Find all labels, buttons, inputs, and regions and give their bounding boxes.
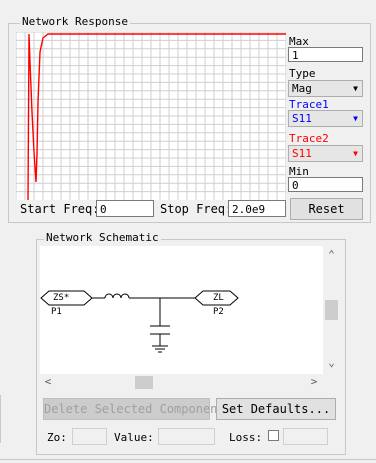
horizontal-scrollbar[interactable]: < > [40, 374, 323, 391]
network-response-title: Network Response [20, 15, 130, 28]
scroll-left-icon[interactable]: < [42, 375, 54, 388]
load-port-label: ZL [213, 293, 224, 303]
schematic-drawing [40, 290, 239, 353]
source-port-label: ZS* [53, 293, 70, 303]
vertical-scroll-thumb[interactable] [325, 300, 338, 320]
type-label: Type [289, 67, 316, 80]
zo-input[interactable] [72, 428, 107, 445]
bottom-divider [0, 459, 376, 460]
trace1-value: S11 [292, 112, 312, 125]
type-value: Mag [292, 82, 312, 95]
scroll-up-icon[interactable]: ⌃ [323, 248, 340, 261]
max-input[interactable]: 1 [288, 47, 363, 62]
reset-button[interactable]: Reset [290, 198, 363, 220]
inductor-symbol [104, 293, 130, 299]
trace2-value: S11 [292, 147, 312, 160]
set-defaults-button[interactable]: Set Defaults... [216, 398, 336, 420]
port1-label: P1 [51, 307, 62, 317]
start-freq-label: Start Freq: [20, 202, 100, 216]
zo-label: Zo: [47, 431, 67, 444]
value-label: Value: [114, 431, 154, 444]
value-input[interactable] [158, 428, 215, 445]
chevron-down-icon: ▼ [353, 114, 358, 123]
scroll-down-icon[interactable]: ⌄ [323, 356, 340, 369]
left-divider [0, 395, 3, 443]
response-plot[interactable] [16, 32, 286, 200]
horizontal-scroll-thumb[interactable] [135, 376, 153, 389]
loss-input[interactable] [283, 428, 328, 445]
vertical-scrollbar[interactable]: ⌃ ⌄ [323, 246, 340, 374]
start-freq-input[interactable]: 0 [96, 200, 154, 217]
port2-label: P2 [213, 307, 224, 317]
stop-freq-input[interactable]: 2.0e9 [228, 200, 286, 217]
trace2-dropdown[interactable]: S11 ▼ [288, 145, 363, 162]
chevron-down-icon: ▼ [353, 149, 358, 158]
trace2-label: Trace2 [289, 132, 329, 145]
loss-label: Loss: [229, 431, 263, 444]
min-input[interactable]: 0 [288, 177, 363, 192]
loss-checkbox[interactable] [268, 430, 279, 441]
stop-freq-label: Stop Freq: [160, 202, 233, 216]
network-schematic-title: Network Schematic [44, 231, 161, 244]
type-dropdown[interactable]: Mag ▼ [288, 80, 363, 97]
chevron-down-icon: ▼ [353, 84, 358, 93]
delete-component-button[interactable]: Delete Selected Component [43, 398, 225, 420]
plot-grid [16, 32, 286, 200]
trace1-dropdown[interactable]: S11 ▼ [288, 110, 363, 127]
scroll-right-icon[interactable]: > [308, 375, 320, 388]
